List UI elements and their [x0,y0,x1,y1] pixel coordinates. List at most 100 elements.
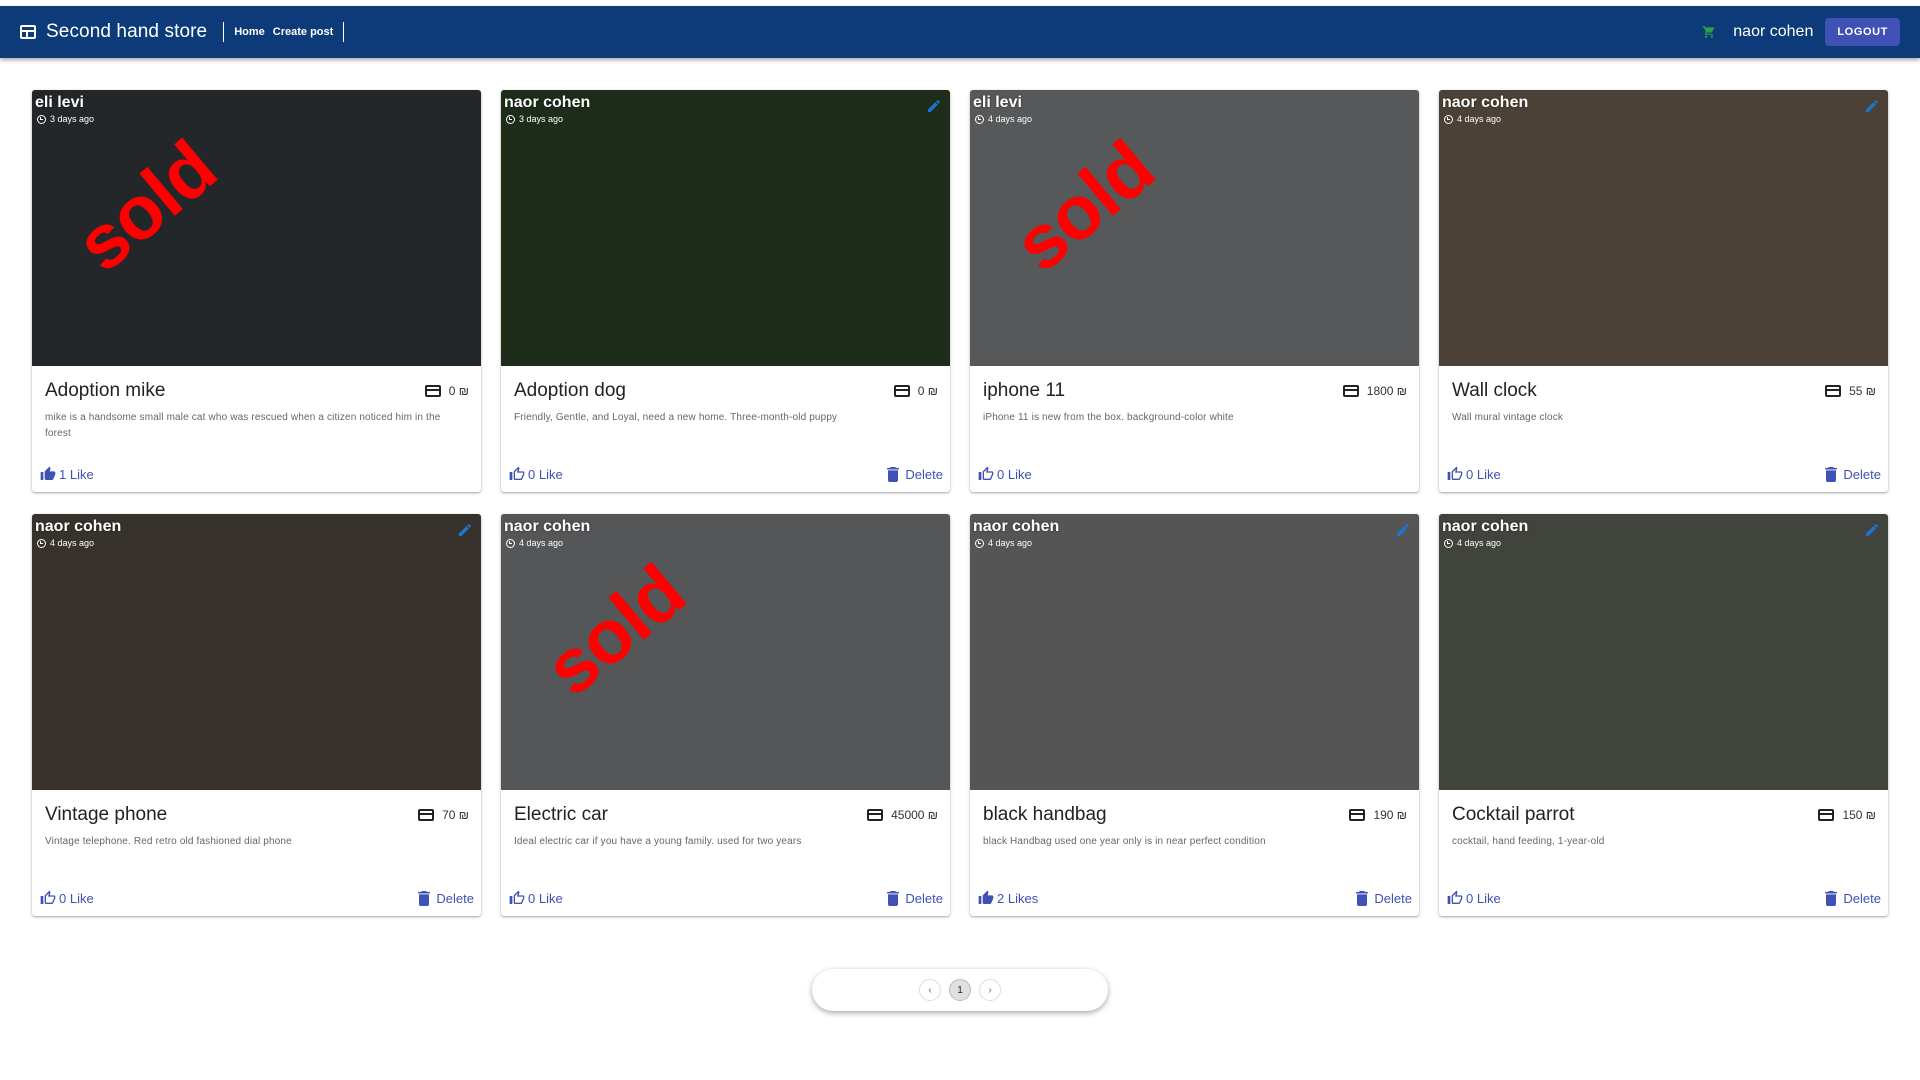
post-owner: naor cohen [1442,94,1529,111]
post-description: iPhone 11 is new from the box. backgroun… [983,412,1234,423]
post-image: naor cohen 4 days ago [1439,514,1888,790]
post-price: 1800 ₪ [1342,384,1407,398]
post-card: naor cohen 4 days ago sold Electric car … [501,514,950,916]
edit-icon[interactable] [926,98,942,114]
post-price-text: 0 ₪ [448,384,469,398]
payment-card-icon [1342,385,1359,397]
clock-icon [975,114,984,124]
post-time-text: 4 days ago [1457,114,1502,124]
post-title: Adoption mike [45,380,166,401]
post-card: eli levi 3 days ago sold Adoption mike 0… [32,90,481,492]
post-description: Friendly, Gentle, and Loyal, need a new … [514,412,838,423]
pencil-icon [459,523,472,536]
nav-home-link[interactable]: Home [234,26,265,38]
like-count: 0 Like [997,466,1032,482]
post-description: Ideal electric car if you have a young f… [514,836,802,847]
post-body: black handbag 190 ₪ black Handbag used o… [970,790,1419,916]
like-button[interactable]: 0 Like [509,466,563,482]
cart-icon[interactable] [1701,25,1717,39]
username: naor cohen [1733,23,1814,40]
trash-icon [887,466,900,482]
like-count: 0 Like [1466,466,1501,482]
like-button[interactable]: 0 Like [1447,890,1501,906]
post-title-row: black handbag 190 ₪ [983,804,1407,826]
like-button[interactable]: 0 Like [1447,466,1501,482]
post-description: cocktail, hand feeding, 1-year-old [1452,836,1605,847]
trash-icon [1825,466,1838,482]
post-image: naor cohen 4 days ago sold [501,514,950,790]
post-owner: eli levi [35,94,84,111]
clock-icon [1444,538,1453,548]
like-button[interactable]: 0 Like [509,890,563,906]
post-time-text: 4 days ago [988,114,1033,124]
thumb-up-icon [509,890,525,904]
edit-icon[interactable] [1864,98,1880,114]
thumb-up-icon [40,466,56,480]
next-page-button[interactable]: › [979,979,1001,1001]
post-title-row: Adoption mike 0 ₪ [45,380,469,402]
like-button[interactable]: 1 Like [40,466,94,482]
post-title-row: Cocktail parrot 150 ₪ [1452,804,1876,826]
payment-card-icon [867,809,884,821]
like-count: 0 Like [528,890,563,906]
post-time: 3 days ago [506,114,563,124]
post-card: eli levi 4 days ago sold iphone 11 1800 … [970,90,1419,492]
post-time: 4 days ago [975,114,1032,124]
post-owner: eli levi [973,94,1022,111]
post-time: 3 days ago [37,114,94,124]
post-image: eli levi 4 days ago sold [970,90,1419,366]
like-button[interactable]: 0 Like [40,890,94,906]
post-price-text: 150 ₪ [1842,808,1876,822]
post-price: 190 ₪ [1349,808,1407,822]
like-count: 0 Like [59,890,94,906]
clock-icon [975,538,984,548]
post-actions: 1 Like [40,466,474,482]
post-image: eli levi 3 days ago sold [32,90,481,366]
like-count: 1 Like [59,466,94,482]
like-button[interactable]: 2 Likes [978,890,1038,906]
delete-button[interactable]: Delete [887,890,943,906]
image-overlay [32,514,481,790]
brand[interactable]: Second hand store [20,21,207,43]
post-title-row: Adoption dog 0 ₪ [514,380,938,402]
post-time-text: 3 days ago [50,114,95,124]
post-actions: 0 Like Delete [1447,890,1881,906]
edit-icon[interactable] [1395,522,1411,538]
app-bar: Second hand store Home Create post naor … [0,6,1920,58]
clock-icon [1444,114,1453,124]
post-title: black handbag [983,804,1107,825]
logout-button[interactable]: LOGOUT [1825,18,1900,46]
edit-icon[interactable] [457,522,473,538]
thumb-up-icon [1447,890,1463,904]
payment-card-icon [1825,385,1842,397]
payment-card-icon [893,385,910,397]
post-time-text: 3 days ago [519,114,564,124]
delete-button[interactable]: Delete [1825,890,1881,906]
delete-label: Delete [1374,890,1412,906]
post-actions: 0 Like Delete [509,890,943,906]
like-button[interactable]: 0 Like [978,466,1032,482]
delete-label: Delete [905,466,943,482]
post-time: 4 days ago [506,538,563,548]
like-count: 2 Likes [997,890,1039,906]
delete-button[interactable]: Delete [1356,890,1412,906]
image-overlay [1439,90,1888,366]
prev-page-button[interactable]: ‹ [919,979,941,1001]
post-card: naor cohen 4 days ago Wall clock 55 ₪ Wa… [1439,90,1888,492]
edit-icon[interactable] [1864,522,1880,538]
post-description: mike is a handsome small male cat who wa… [45,412,441,439]
pencil-icon [1866,523,1879,536]
post-time-text: 4 days ago [1457,538,1502,548]
delete-button[interactable]: Delete [418,890,474,906]
trash-icon [887,890,900,906]
post-body: Cocktail parrot 150 ₪ cocktail, hand fee… [1439,790,1888,916]
post-actions: 0 Like Delete [40,890,474,906]
delete-label: Delete [1843,466,1881,482]
page-1-button[interactable]: 1 [949,979,971,1001]
nav-create-post-link[interactable]: Create post [273,26,334,38]
delete-button[interactable]: Delete [887,466,943,482]
post-description: Vintage telephone. Red retro old fashion… [45,836,292,847]
post-title-row: Vintage phone 70 ₪ [45,804,469,826]
thumb-up-icon [40,890,56,904]
delete-button[interactable]: Delete [1825,466,1881,482]
